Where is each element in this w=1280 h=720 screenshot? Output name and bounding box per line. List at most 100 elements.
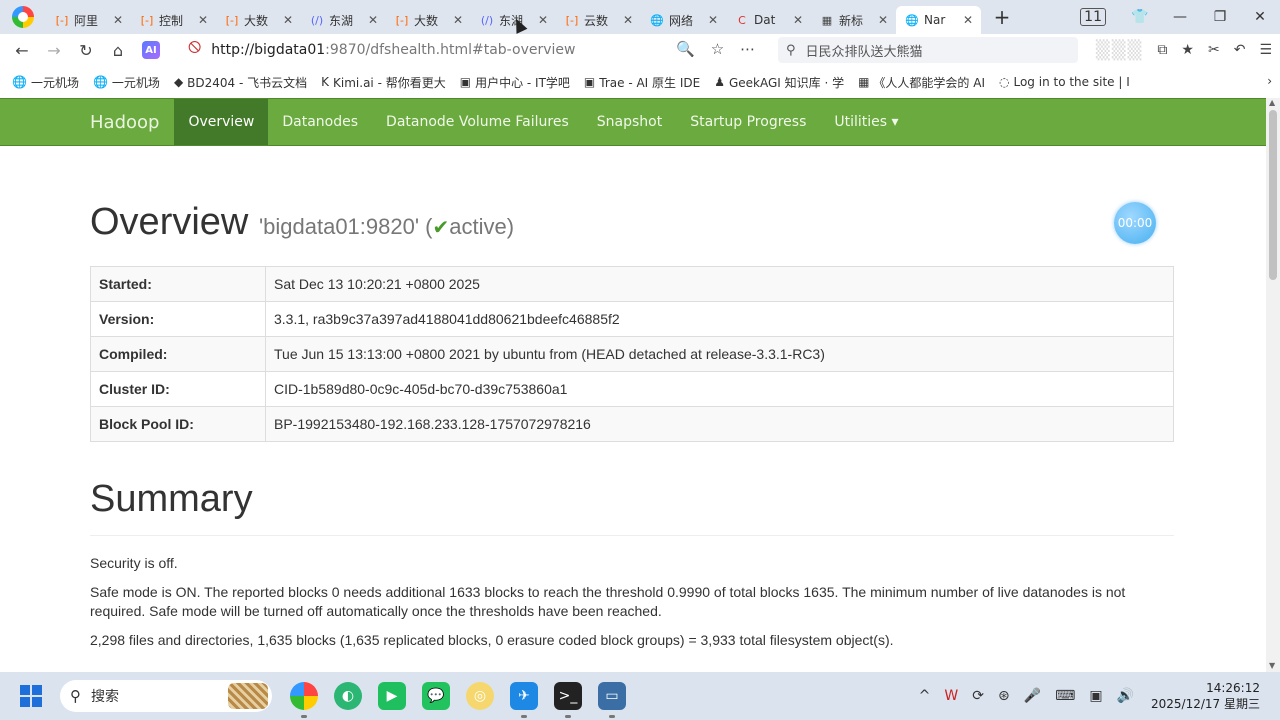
close-tab-icon[interactable]: ✕ [453,13,463,27]
home-icon[interactable]: ⌂ [102,41,134,60]
system-clock[interactable]: 14:26:12 2025/12/17 星期三 [1151,680,1260,712]
bookmark-item[interactable]: ▦ 《人人都能学会的 AI [858,74,985,91]
browser-tab[interactable]: [-] 控制 ✕ [131,6,216,34]
tab-favicon-icon: 🌐 [905,13,919,27]
restore-icon[interactable]: ❐ [1200,9,1240,25]
search-icon: ⚲ [786,42,796,58]
nav-item[interactable]: Datanode Volume Failures [372,99,583,145]
browser-tab[interactable]: [-] 大数 ✕ [386,6,471,34]
status-text: active [449,214,507,239]
tab-label: Dat [754,13,776,27]
microphone-icon[interactable]: 🎤 [1024,688,1041,704]
page-scrollbar[interactable]: ▲ ▼ [1266,98,1280,672]
close-window-icon[interactable]: ✕ [1240,9,1280,25]
close-tab-icon[interactable]: ✕ [113,13,123,27]
forward-icon[interactable]: → [38,41,70,60]
bookmark-item[interactable]: K Kimi.ai - 帮你看更大 [321,74,446,91]
tray-expand-icon[interactable]: ^ [919,688,931,704]
table-row: Compiled: Tue Jun 15 13:13:00 +0800 2021 … [90,336,1174,372]
tray-sync-icon[interactable]: ⟳ [972,688,984,704]
timer-widget[interactable]: 00:00 [1114,202,1156,244]
ai-button[interactable]: AI [142,41,160,59]
close-tab-icon[interactable]: ✕ [623,13,633,27]
tab-count-badge[interactable]: 11 [1080,8,1106,26]
close-tab-icon[interactable]: ✕ [878,13,888,27]
tab-favicon-icon: (/) [310,13,324,27]
address-bar[interactable]: 🛇 http://bigdata01:9870/dfshealth.html#t… [188,37,748,63]
bookmark-item[interactable]: ◌ Log in to the site | I [999,75,1130,89]
tray-network-app-icon[interactable]: ⊛ [998,688,1010,704]
browser-tab[interactable]: 🌐 Nar ✕ [896,6,981,34]
undo-icon[interactable]: ↶ [1234,42,1246,58]
volume-icon[interactable]: 🔊 [1117,688,1134,704]
zoom-search-icon[interactable]: 🔍 [676,40,695,58]
menu-icon[interactable]: ☰ [1259,42,1272,58]
more-icon[interactable]: ⋯ [740,40,755,58]
keyboard-icon[interactable]: ⌨ [1055,688,1075,704]
media-player-icon[interactable]: ▶ [378,682,406,710]
close-tab-icon[interactable]: ✕ [793,13,803,27]
new-tab-icon[interactable]: + [991,5,1013,29]
scroll-up-icon[interactable]: ▲ [1269,98,1275,107]
browser-tab[interactable]: 🌐 网络 ✕ [641,6,726,34]
nav-item[interactable]: Overview [174,99,269,145]
row-value: CID-1b589d80-0c9c-405d-bc70-d39c753860a1 [265,371,1174,407]
bookmark-item[interactable]: ▣ Trae - AI 原生 IDE [584,74,700,91]
taskbar-search[interactable]: ⚲ 搜索 [60,680,272,712]
window-controls: 11 👕 — ❐ ✕ [1080,0,1280,34]
favorites-icon[interactable]: ★ [1181,42,1194,58]
nav-item[interactable]: Datanodes [268,99,372,145]
web-search-box[interactable]: ⚲ 日民众排队送大熊猫 [778,37,1078,63]
hadoop-brand[interactable]: Hadoop [0,99,174,145]
close-tab-icon[interactable]: ✕ [708,13,718,27]
nav-item[interactable]: Snapshot [583,99,676,145]
close-tab-icon[interactable]: ✕ [283,13,293,27]
bookmark-item[interactable]: ◆ BD2404 - 飞书云文档 [174,74,307,91]
url-host: http://bigdata01 [211,42,326,58]
browser-tab[interactable]: [-] 阿里 ✕ [46,6,131,34]
close-tab-icon[interactable]: ✕ [368,13,378,27]
reload-icon[interactable]: ↻ [70,41,102,60]
display-icon[interactable]: ▣ [1089,688,1102,704]
close-tab-icon[interactable]: ✕ [198,13,208,27]
bookmark-item[interactable]: 🌐 一元机场 [12,74,79,91]
star-icon[interactable]: ☆ [711,40,724,58]
shirt-icon[interactable]: 👕 [1120,9,1160,25]
close-tab-icon[interactable]: ✕ [963,13,973,27]
browser-tab[interactable]: (/) 东湖 ✕ [301,6,386,34]
close-tab-icon[interactable]: ✕ [538,13,548,27]
scroll-thumb[interactable] [1269,110,1277,280]
nav-item[interactable]: Utilities ▾ [820,99,912,145]
remote-desktop-icon[interactable]: ▭ [598,682,626,718]
bookmark-item[interactable]: ▣ 用户中心 - IT学吧 [460,74,570,91]
check-icon: ✔ [432,217,450,239]
table-row: Cluster ID: CID-1b589d80-0c9c-405d-bc70-d… [90,371,1174,407]
nav-item[interactable]: Startup Progress [676,99,820,145]
bookmarks-more-icon[interactable]: › [1267,74,1272,88]
url-path: :9870/dfshealth.html#tab-overview [325,42,576,58]
yellow-app-icon[interactable]: ◎ [466,682,494,710]
back-icon[interactable]: ← [6,41,38,60]
bookmark-item[interactable]: 🌐 一元机场 [93,74,160,91]
windows-start-icon[interactable] [20,685,42,707]
tools-icon[interactable]: ✂ [1208,42,1220,58]
scroll-down-icon[interactable]: ▼ [1269,661,1275,670]
browser-logo-icon[interactable] [12,6,34,28]
browser-app-icon[interactable] [290,682,318,718]
wechat-icon[interactable]: 💬 [422,682,450,710]
extensions-icon[interactable]: ⧉ [1157,42,1167,58]
browser-tab[interactable]: [-] 大数 ✕ [216,6,301,34]
insecure-icon[interactable]: 🛇 [188,39,201,61]
minimize-icon[interactable]: — [1160,9,1200,25]
browser-tab[interactable]: C Dat ✕ [726,6,811,34]
feishu-icon[interactable]: ✈ [510,682,538,718]
tray-app-icon[interactable]: W [944,688,958,704]
browser-tab-bar: [-] 阿里 ✕ [-] 控制 ✕ [-] 大数 ✕ (/) 东湖 ✕ [-] 大数 ✕ (/) 东湖 ✕ [-] 云… [0,0,1280,34]
bookmark-item[interactable]: ♟ GeekAGI 知识库 · 学 [714,74,844,91]
green-app-icon[interactable]: ◐ [334,682,362,710]
browser-tab[interactable]: ▦ 新标 ✕ [811,6,896,34]
browser-tab[interactable]: [-] 云数 ✕ [556,6,641,34]
tab-favicon-icon: 🌐 [650,13,664,27]
terminal-icon[interactable]: >_ [554,682,582,718]
bookmark-label: GeekAGI 知识库 · 学 [728,75,845,90]
